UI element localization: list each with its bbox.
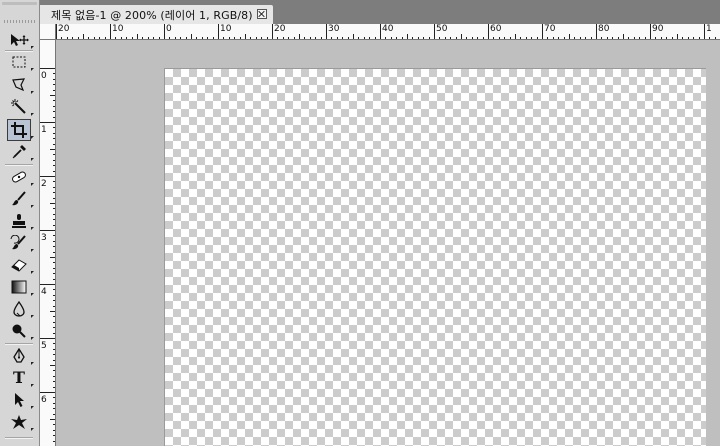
rectangle-marquee-icon	[11, 55, 27, 69]
ruler-label: 20	[58, 24, 70, 34]
horizontal-ruler[interactable]: 20 10 0 10 20 30 40 50 60 70 80 90 1	[56, 24, 720, 40]
ruler-label: 6	[41, 395, 47, 405]
ruler-label: 50	[436, 24, 448, 34]
clone-stamp-tool[interactable]	[8, 211, 34, 231]
path-selection-tool[interactable]	[8, 390, 34, 410]
pen-icon	[11, 348, 27, 364]
ruler-label: 10	[112, 24, 124, 34]
panel-grip[interactable]	[4, 20, 35, 23]
eraser-tool[interactable]	[8, 255, 34, 275]
ruler-label: 2	[41, 179, 47, 189]
ruler-label: 80	[598, 24, 610, 34]
ruler-label: 3	[41, 233, 47, 243]
stamp-icon	[11, 213, 27, 229]
type-tool[interactable]: T	[8, 368, 34, 388]
marquee-tool[interactable]	[8, 52, 34, 72]
lasso-tool[interactable]	[8, 75, 34, 95]
document-tab[interactable]: 제목 없음-1 @ 200% (레이어 1, RGB/8)	[40, 5, 273, 24]
panel-header[interactable]	[2, 2, 37, 5]
bandage-icon	[10, 170, 28, 184]
vertical-ruler[interactable]: 0 1 2 3 4 5 6	[40, 40, 56, 446]
gradient-tool[interactable]	[8, 277, 34, 297]
blur-tool[interactable]	[8, 299, 34, 319]
ruler-label: 10	[220, 24, 232, 34]
ruler-origin[interactable]	[40, 24, 56, 40]
arrow-icon	[12, 392, 26, 408]
ruler-label: 90	[652, 24, 664, 34]
document-title: 제목 없음-1 @ 200% (레이어 1, RGB/8)	[51, 8, 253, 22]
ruler-label: 0	[41, 71, 47, 81]
pasteboard[interactable]	[56, 40, 720, 446]
document-tab-bar: 제목 없음-1 @ 200% (레이어 1, RGB/8)	[40, 0, 720, 24]
eraser-icon	[10, 258, 28, 272]
eyedropper-tool[interactable]	[8, 142, 34, 162]
ruler-label: 4	[41, 287, 47, 297]
ruler-label: 40	[382, 24, 394, 34]
ruler-label: 20	[274, 24, 286, 34]
spot-healing-tool[interactable]	[8, 167, 34, 187]
blur-drop-icon	[11, 301, 27, 317]
tools-panel: T	[0, 0, 40, 446]
ruler-label: 60	[490, 24, 502, 34]
lasso-icon	[11, 77, 27, 93]
dodge-icon	[11, 323, 27, 339]
ruler-label: 0	[166, 24, 172, 34]
move-tool[interactable]	[8, 30, 34, 50]
brush-icon	[11, 191, 27, 207]
history-brush-tool[interactable]	[8, 233, 34, 253]
brush-tool[interactable]	[8, 189, 34, 209]
move-icon	[9, 33, 29, 47]
close-icon[interactable]	[257, 9, 267, 19]
crop-icon	[11, 122, 27, 138]
type-icon: T	[13, 368, 25, 387]
shape-tool[interactable]	[8, 412, 34, 432]
ruler-label: 70	[544, 24, 556, 34]
custom-shape-icon	[10, 414, 28, 430]
magic-wand-icon	[11, 99, 27, 115]
pen-tool[interactable]	[8, 346, 34, 366]
ruler-label: 30	[328, 24, 340, 34]
gradient-icon	[11, 280, 27, 294]
history-brush-icon	[10, 235, 28, 251]
transparent-canvas[interactable]	[164, 68, 706, 446]
ruler-label: 1	[41, 125, 47, 135]
eyedropper-icon	[11, 144, 27, 160]
document-area: 제목 없음-1 @ 200% (레이어 1, RGB/8) 20 10 0 10…	[40, 0, 720, 446]
ruler-label: 1	[706, 24, 712, 34]
crop-tool[interactable]	[7, 119, 34, 141]
ruler-label: 5	[41, 341, 47, 351]
quick-selection-tool[interactable]	[8, 97, 34, 117]
dodge-tool[interactable]	[8, 321, 34, 341]
